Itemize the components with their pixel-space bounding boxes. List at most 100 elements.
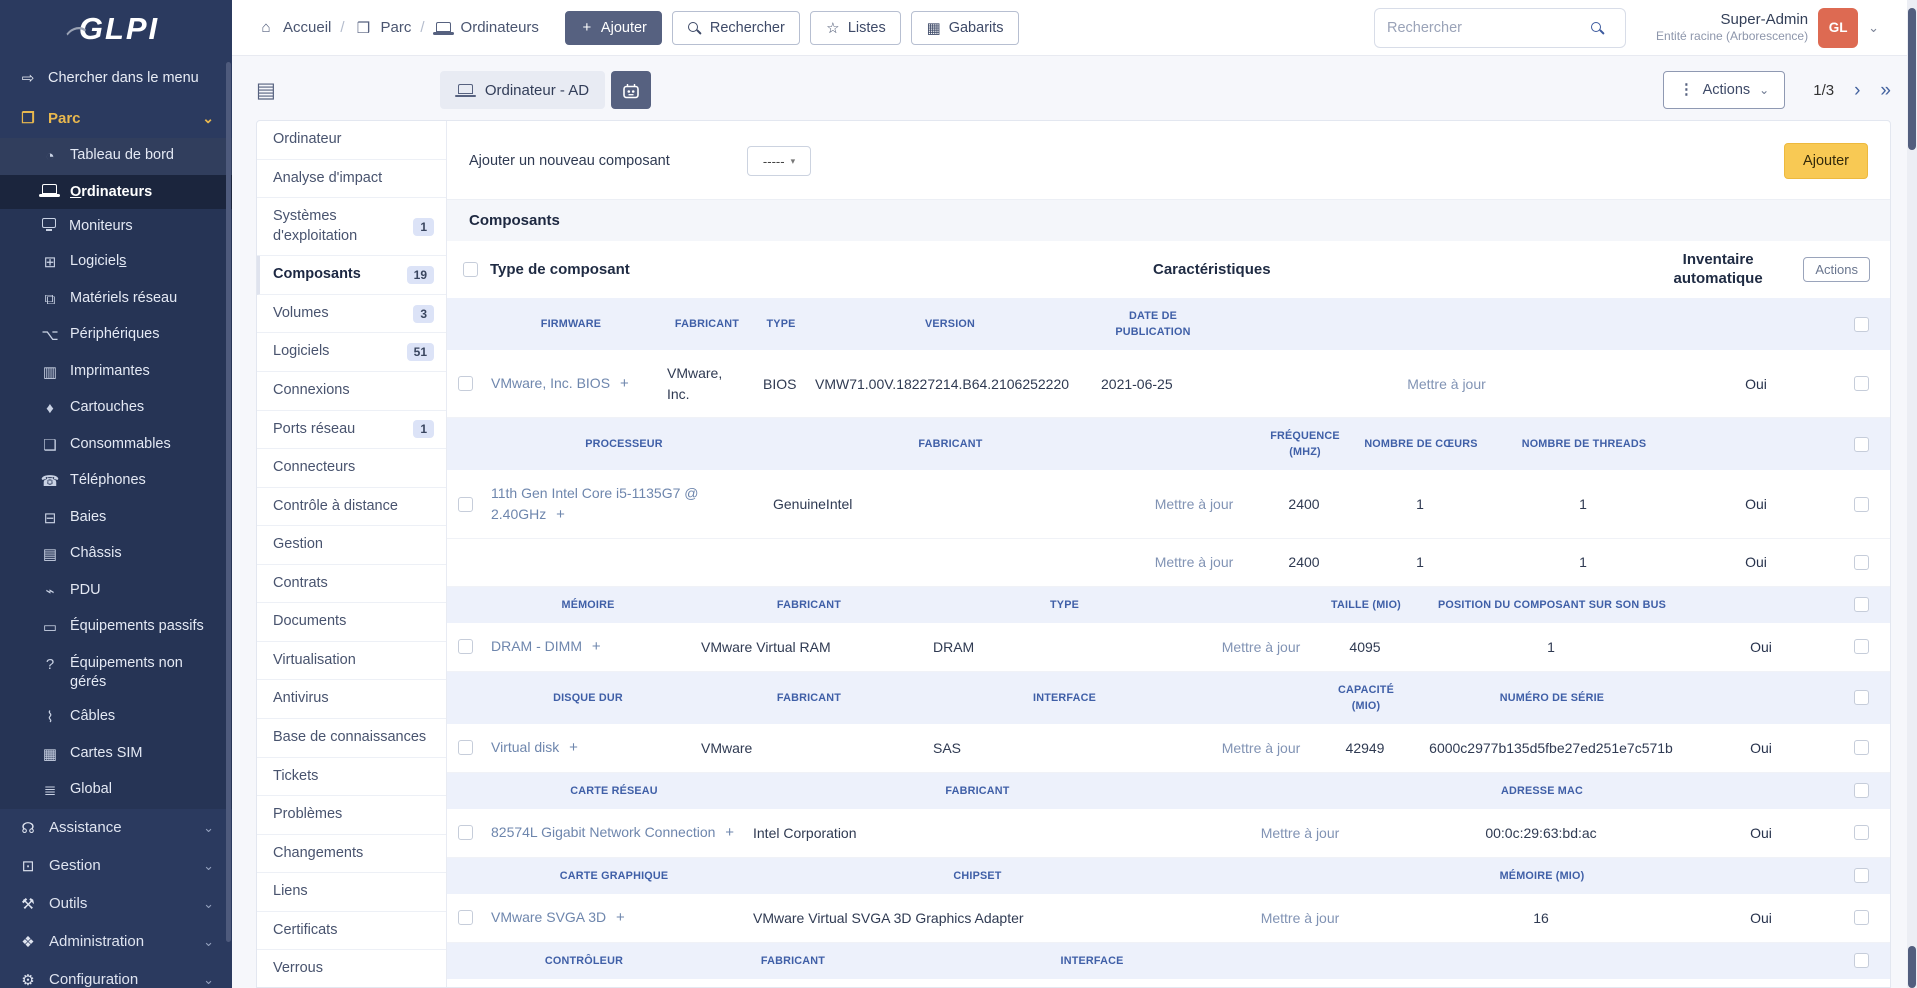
row-checkbox[interactable] bbox=[457, 740, 473, 756]
update-link[interactable]: Mettre à jour bbox=[1204, 725, 1320, 771]
tab-documents[interactable]: Documents bbox=[257, 603, 446, 642]
templates-button[interactable]: ▦ Gabarits bbox=[910, 10, 1019, 45]
next-page-icon[interactable]: › bbox=[1854, 81, 1860, 100]
tab-contrats[interactable]: Contrats bbox=[257, 565, 446, 604]
user-menu[interactable]: Super-Admin Entité racine (Arborescence)… bbox=[1656, 7, 1879, 48]
component-name-link[interactable]: 82574L Gigabit Network Connection + bbox=[483, 809, 745, 857]
section-checkbox[interactable] bbox=[1853, 783, 1869, 799]
row-checkbox[interactable] bbox=[1853, 639, 1869, 655]
actions-button[interactable]: ⋮ Actions ⌄ bbox=[1663, 71, 1786, 109]
search-button[interactable]: Rechercher bbox=[671, 10, 800, 45]
lists-button[interactable]: ☆ Listes bbox=[809, 10, 901, 45]
sidebar-item-parc[interactable]: ❒ Parc ⌄ bbox=[0, 98, 232, 138]
tab-base-connaissances[interactable]: Base de connaissances bbox=[257, 719, 446, 758]
section-checkbox[interactable] bbox=[1853, 597, 1869, 613]
list-view-icon[interactable]: ▤ bbox=[256, 80, 276, 101]
scrollbar-thumb[interactable] bbox=[1908, 8, 1916, 150]
sidebar-item-cartridges[interactable]: ♦ Cartouches bbox=[0, 390, 232, 427]
plus-icon[interactable]: + bbox=[592, 638, 601, 655]
tab-volumes[interactable]: Volumes 3 bbox=[257, 295, 446, 334]
row-checkbox[interactable] bbox=[1853, 555, 1869, 571]
sidebar-item-software[interactable]: ⊞ Logiciels bbox=[0, 244, 232, 281]
plus-icon[interactable]: + bbox=[620, 375, 629, 392]
sidebar-item-chassis[interactable]: ▤ Châssis bbox=[0, 536, 232, 573]
row-checkbox[interactable] bbox=[1853, 740, 1869, 756]
sidebar-item-phones[interactable]: ☎ Téléphones bbox=[0, 463, 232, 500]
tab-verrous[interactable]: Verrous bbox=[257, 950, 446, 987]
sidebar-item-global[interactable]: ≣ Global bbox=[0, 772, 232, 809]
plus-icon[interactable]: + bbox=[569, 739, 578, 756]
sidebar-item-tools[interactable]: ⚒ Outils ⌄ bbox=[0, 885, 232, 923]
row-checkbox[interactable] bbox=[457, 910, 473, 926]
tab-systemes-exploitation[interactable]: Systèmes d'exploitation 1 bbox=[257, 198, 446, 257]
row-checkbox[interactable] bbox=[457, 376, 473, 392]
last-page-icon[interactable]: » bbox=[1880, 81, 1891, 100]
tab-problemes[interactable]: Problèmes bbox=[257, 796, 446, 835]
sidebar-item-consumables[interactable]: ❑ Consommables bbox=[0, 427, 232, 464]
scrollbar-thumb-bottom[interactable] bbox=[1908, 946, 1916, 988]
section-checkbox[interactable] bbox=[1853, 690, 1869, 706]
update-link[interactable]: Mettre à jour bbox=[1204, 624, 1320, 670]
add-button[interactable]: + Ajouter bbox=[564, 10, 662, 45]
sidebar-item-pdu[interactable]: ⌁ PDU bbox=[0, 573, 232, 610]
add-component-submit[interactable]: Ajouter bbox=[1784, 143, 1868, 179]
component-name-link[interactable]: 11th Gen Intel Core i5-1135G7 @ 2.40GHz … bbox=[483, 470, 765, 538]
section-checkbox[interactable] bbox=[1853, 316, 1869, 332]
component-name-link[interactable]: VMware, Inc. BIOS + bbox=[483, 360, 659, 408]
tab-liens[interactable]: Liens bbox=[257, 873, 446, 912]
component-name-link[interactable]: DRAM - DIMM + bbox=[483, 623, 693, 671]
sidebar-item-monitors[interactable]: Moniteurs bbox=[0, 209, 232, 244]
sidebar-item-sim[interactable]: ▦ Cartes SIM bbox=[0, 736, 232, 773]
sidebar-item-printers[interactable]: ▥ Imprimantes bbox=[0, 354, 232, 391]
row-checkbox[interactable] bbox=[1853, 825, 1869, 841]
sidebar-item-dashboard[interactable]: ◔ Tableau de bord bbox=[0, 138, 232, 175]
row-checkbox[interactable] bbox=[457, 639, 473, 655]
row-checkbox[interactable] bbox=[1853, 496, 1869, 512]
section-checkbox[interactable] bbox=[1853, 868, 1869, 884]
update-link[interactable]: Mettre à jour bbox=[1136, 539, 1254, 585]
row-checkbox[interactable] bbox=[1853, 910, 1869, 926]
select-all-checkbox[interactable] bbox=[463, 262, 478, 277]
tab-analyse-impact[interactable]: Analyse d'impact bbox=[257, 160, 446, 199]
section-checkbox[interactable] bbox=[1853, 953, 1869, 969]
sidebar-item-network[interactable]: ⧉ Matériels réseau bbox=[0, 281, 232, 318]
component-name-link[interactable]: Virtual disk + bbox=[483, 724, 693, 772]
section-checkbox[interactable] bbox=[1853, 436, 1869, 452]
sidebar-item-passive[interactable]: ▭ Équipements passifs bbox=[0, 609, 232, 646]
avatar[interactable]: GL bbox=[1818, 7, 1859, 48]
sidebar-search-menu[interactable]: ⇨ Chercher dans le menu bbox=[0, 58, 232, 98]
item-tab-chip[interactable]: Ordinateur - AD bbox=[439, 71, 606, 109]
plus-icon[interactable]: + bbox=[616, 909, 625, 926]
tab-certificats[interactable]: Certificats bbox=[257, 912, 446, 951]
page-scrollbar[interactable] bbox=[1907, 0, 1917, 988]
table-actions-button[interactable]: Actions bbox=[1803, 257, 1870, 282]
tab-ordinateur[interactable]: Ordinateur bbox=[257, 121, 446, 160]
sidebar-item-computers[interactable]: Ordinateurs bbox=[0, 174, 232, 210]
sidebar-item-cables[interactable]: ⌇ Câbles bbox=[0, 699, 232, 736]
tab-changements[interactable]: Changements bbox=[257, 835, 446, 874]
sidebar-scrollbar[interactable] bbox=[226, 62, 231, 942]
sidebar-item-assistance[interactable]: ☊ Assistance ⌄ bbox=[0, 809, 232, 847]
tab-virtualisation[interactable]: Virtualisation bbox=[257, 642, 446, 681]
component-name-link[interactable]: VMware SVGA 3D + bbox=[483, 894, 745, 942]
tab-antivirus[interactable]: Antivirus bbox=[257, 680, 446, 719]
update-link[interactable]: Mettre à jour bbox=[1136, 481, 1254, 527]
automatic-inventory-button[interactable] bbox=[611, 71, 652, 109]
sidebar-item-management[interactable]: ⊡ Gestion ⌄ bbox=[0, 847, 232, 885]
tab-composants[interactable]: Composants 19 bbox=[257, 256, 446, 295]
tab-gestion[interactable]: Gestion bbox=[257, 526, 446, 565]
tab-controle-distance[interactable]: Contrôle à distance bbox=[257, 488, 446, 527]
tab-ports-reseau[interactable]: Ports réseau 1 bbox=[257, 411, 446, 450]
update-link[interactable]: Mettre à jour bbox=[1210, 810, 1392, 856]
sidebar-item-configuration[interactable]: ⚙ Configuration ⌄ bbox=[0, 961, 232, 988]
component-name-link[interactable]: 82371AB/EB/MB PIIX4 IDE + bbox=[483, 979, 685, 987]
sidebar-item-peripherals[interactable]: ⌥ Périphériques bbox=[0, 317, 232, 354]
sidebar-item-racks[interactable]: ⊟ Baies bbox=[0, 500, 232, 537]
tab-tickets[interactable]: Tickets bbox=[257, 758, 446, 797]
tab-connecteurs[interactable]: Connecteurs bbox=[257, 449, 446, 488]
component-type-select[interactable]: ----- ▾ bbox=[747, 146, 811, 176]
glpi-logo[interactable]: ⌒ GLPI bbox=[0, 0, 232, 58]
sidebar-item-administration[interactable]: ❖ Administration ⌄ bbox=[0, 923, 232, 961]
breadcrumb-item-home[interactable]: ⌂ Accueil bbox=[256, 19, 331, 36]
plus-icon[interactable]: + bbox=[556, 506, 565, 523]
